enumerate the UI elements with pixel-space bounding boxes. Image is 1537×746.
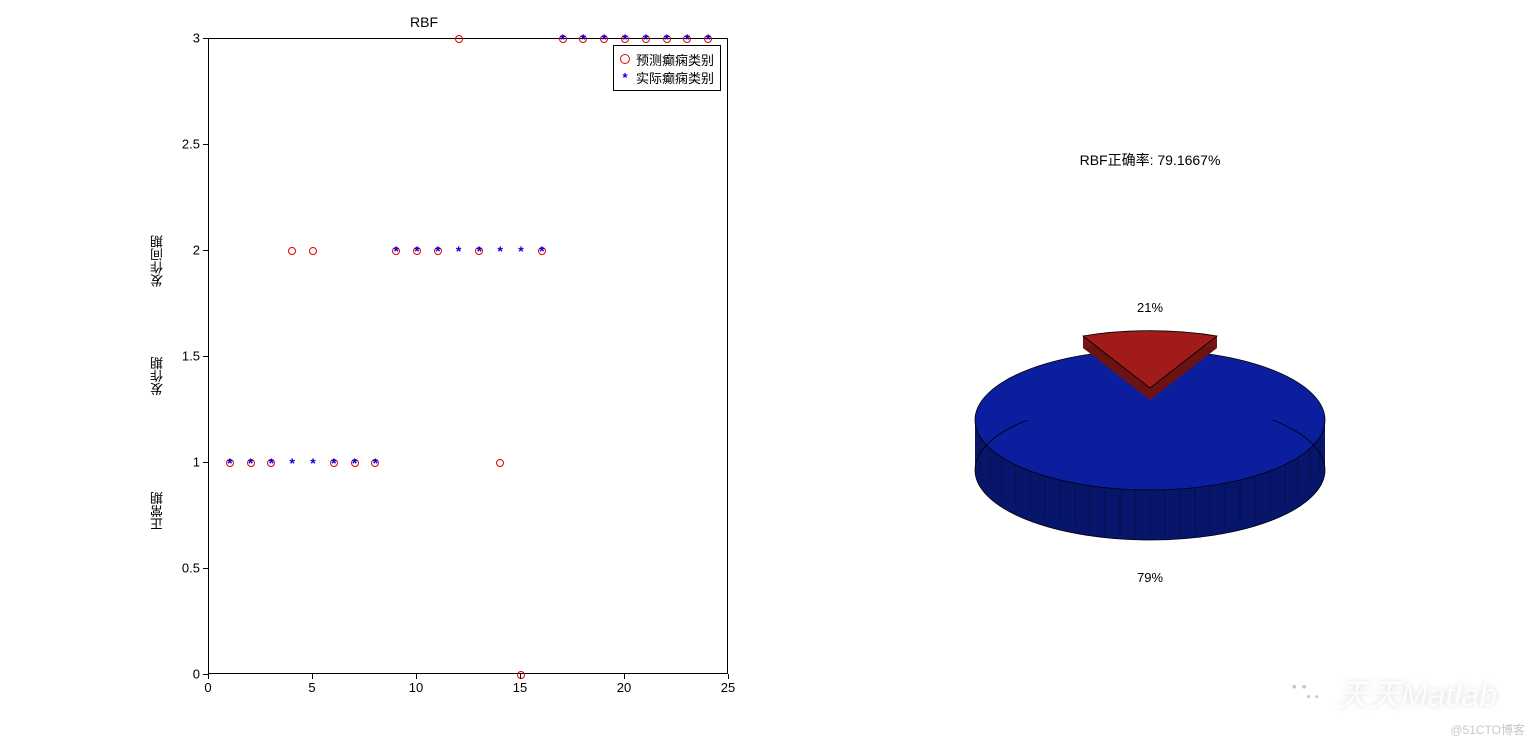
actual-point: * [581,35,586,43]
legend-box: 预测癫痫类别 * 实际癫痫类别 [613,45,721,91]
pie-wrap: 21% 79% [950,260,1350,560]
x-tick-label: 5 [308,680,315,695]
x-tick-label: 15 [513,680,527,695]
actual-point: * [539,247,544,255]
actual-point: * [456,247,461,255]
actual-point: * [248,459,253,467]
actual-point: * [685,35,690,43]
y-tick [203,38,208,39]
y-tick-label: 0.5 [170,561,200,576]
pred-point [288,247,296,255]
actual-point: * [393,247,398,255]
footer-credit: @51CTO博客 [1450,721,1525,738]
y-tick [203,250,208,251]
actual-point: * [643,35,648,43]
y-tick [203,462,208,463]
figure-container: RBF 预测癫痫类别 * 实际癫痫类别 ********************… [0,0,1537,746]
legend-pred-label: 预测癫痫类别 [636,50,714,69]
x-tick [520,674,521,679]
watermark: 天天Matlab [1283,670,1497,716]
y-tick [203,674,208,675]
x-tick [312,674,313,679]
y-tick-label: 3 [170,31,200,46]
pred-point [455,35,463,43]
actual-point: * [310,459,315,467]
x-tick [624,674,625,679]
pie-chart-area: RBF正确率: 79.1667% [900,150,1400,610]
scatter-title: RBF [410,14,438,30]
scatter-plot-area: 预测癫痫类别 * 实际癫痫类别 * * * * * * * * * * * * * * * * * * * * * * * * [208,38,728,674]
x-tick [416,674,417,679]
pie-label-small: 21% [1137,300,1163,315]
actual-point: * [497,247,502,255]
actual-point: * [664,35,669,43]
watermark-text: 天天Matlab [1337,670,1497,716]
actual-point: * [289,459,294,467]
y-tick [203,568,208,569]
ylabel-normal: 正常期 [148,492,167,531]
y-tick-label: 1 [170,455,200,470]
actual-point: * [227,459,232,467]
pie-label-large: 79% [1137,570,1163,585]
pred-point [309,247,317,255]
y-tick-label: 0 [170,667,200,682]
actual-point: * [705,35,710,43]
ylabel-interictal: 发作间期 [148,235,167,287]
pred-point [517,671,525,679]
pie-title: RBF正确率: 79.1667% [900,150,1400,170]
x-tick-label: 0 [204,680,211,695]
y-tick [203,356,208,357]
legend-row-pred: 预测癫痫类别 [620,50,714,68]
x-tick [728,674,729,679]
y-tick [203,144,208,145]
actual-point: * [373,459,378,467]
pred-point [496,459,504,467]
wechat-icon [1283,675,1327,711]
legend-actual-label: 实际癫痫类别 [636,68,714,87]
actual-point: * [331,459,336,467]
legend-row-actual: * 实际癫痫类别 [620,68,714,86]
ylabel-seizure: 发作期 [148,357,167,396]
actual-point: * [477,247,482,255]
actual-point: * [622,35,627,43]
x-tick-label: 10 [409,680,423,695]
star-icon: * [620,70,630,85]
actual-point: * [414,247,419,255]
y-tick-label: 1.5 [170,349,200,364]
x-tick-label: 25 [721,680,735,695]
actual-point: * [518,247,523,255]
y-tick-label: 2 [170,243,200,258]
actual-point: * [601,35,606,43]
circle-icon [620,54,630,64]
actual-point: * [269,459,274,467]
actual-point: * [435,247,440,255]
x-tick-label: 20 [617,680,631,695]
x-tick [208,674,209,679]
actual-point: * [352,459,357,467]
actual-point: * [560,35,565,43]
y-tick-label: 2.5 [170,137,200,152]
